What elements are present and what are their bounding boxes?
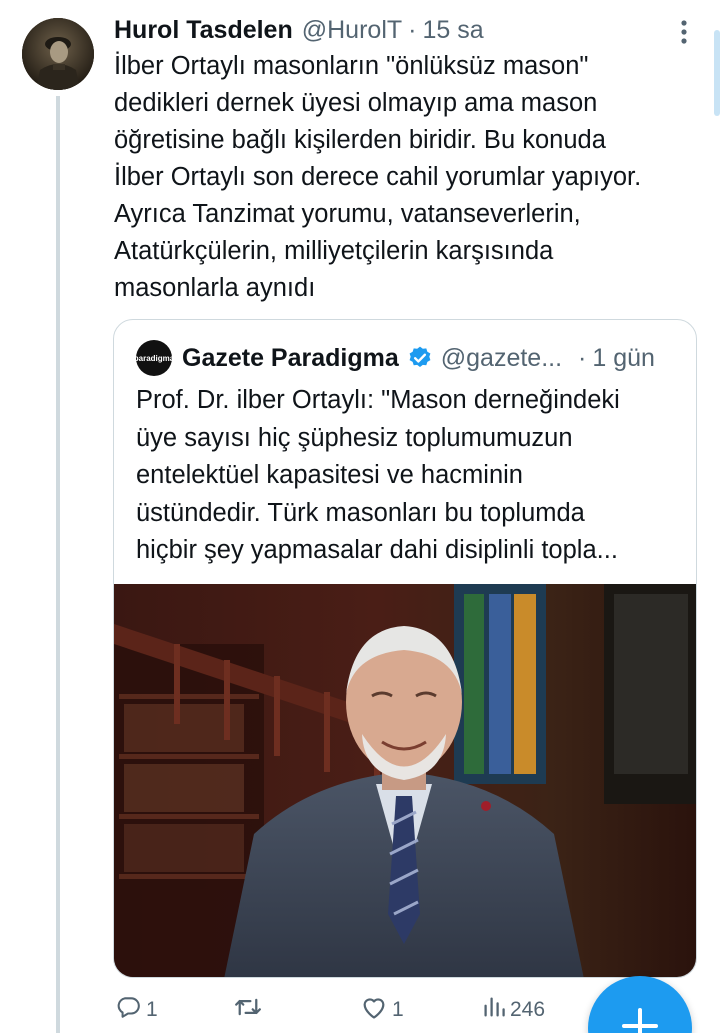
tweet-header: Hurol Tasdelen @HurolT · 15 sa <box>114 12 484 48</box>
retweet-icon <box>232 994 264 1026</box>
reply-count: 1 <box>146 998 158 1021</box>
verified-badge-icon <box>407 345 433 371</box>
heart-icon <box>360 994 388 1026</box>
analytics-icon <box>482 995 506 1025</box>
tweet-action-bar: 1 1 246 <box>114 990 564 1030</box>
reply-button[interactable]: 1 <box>114 990 158 1030</box>
quote-media-image[interactable] <box>114 584 696 977</box>
tweet-time[interactable]: 15 sa <box>422 16 483 45</box>
retweet-button[interactable] <box>232 990 268 1030</box>
quote-author-avatar[interactable]: paradigma <box>134 340 174 376</box>
quote-author-handle[interactable]: @gazete... <box>441 344 562 373</box>
more-options-icon[interactable] <box>668 18 700 46</box>
author-name[interactable]: Hurol Tasdelen <box>114 16 293 45</box>
like-count: 1 <box>392 998 404 1021</box>
plus-icon <box>620 1006 660 1033</box>
photo-elderly-man-in-library <box>114 584 696 977</box>
quote-author-name[interactable]: Gazete Paradigma <box>182 344 399 373</box>
views-button[interactable]: 246 <box>482 990 545 1030</box>
quoted-tweet-card[interactable]: paradigma Gazete Paradigma @gazete... · … <box>113 319 697 978</box>
tweet-text: İlber Ortaylı masonların "önlüksüz mason… <box>114 52 642 302</box>
reply-icon <box>114 994 142 1026</box>
scrollbar-indicator[interactable] <box>714 30 720 116</box>
views-count: 246 <box>510 998 546 1021</box>
author-handle[interactable]: @HurolT <box>302 16 402 45</box>
thread-line <box>56 96 60 1033</box>
compose-tweet-button[interactable] <box>588 976 692 1033</box>
timeline-page: Hurol Tasdelen @HurolT · 15 sa İlber Ort… <box>0 0 720 1033</box>
quote-text: Prof. Dr. ilber Ortaylı: "Mason derneğin… <box>136 386 620 564</box>
separator-dot: · <box>408 15 417 44</box>
quote-separator-dot: · <box>578 343 587 372</box>
quote-time[interactable]: 1 gün <box>592 344 655 373</box>
quoted-tweet-header: paradigma Gazete Paradigma @gazete... · … <box>134 340 655 376</box>
author-avatar[interactable] <box>22 18 94 90</box>
avatar-photo <box>22 18 94 90</box>
like-button[interactable]: 1 <box>360 990 404 1030</box>
